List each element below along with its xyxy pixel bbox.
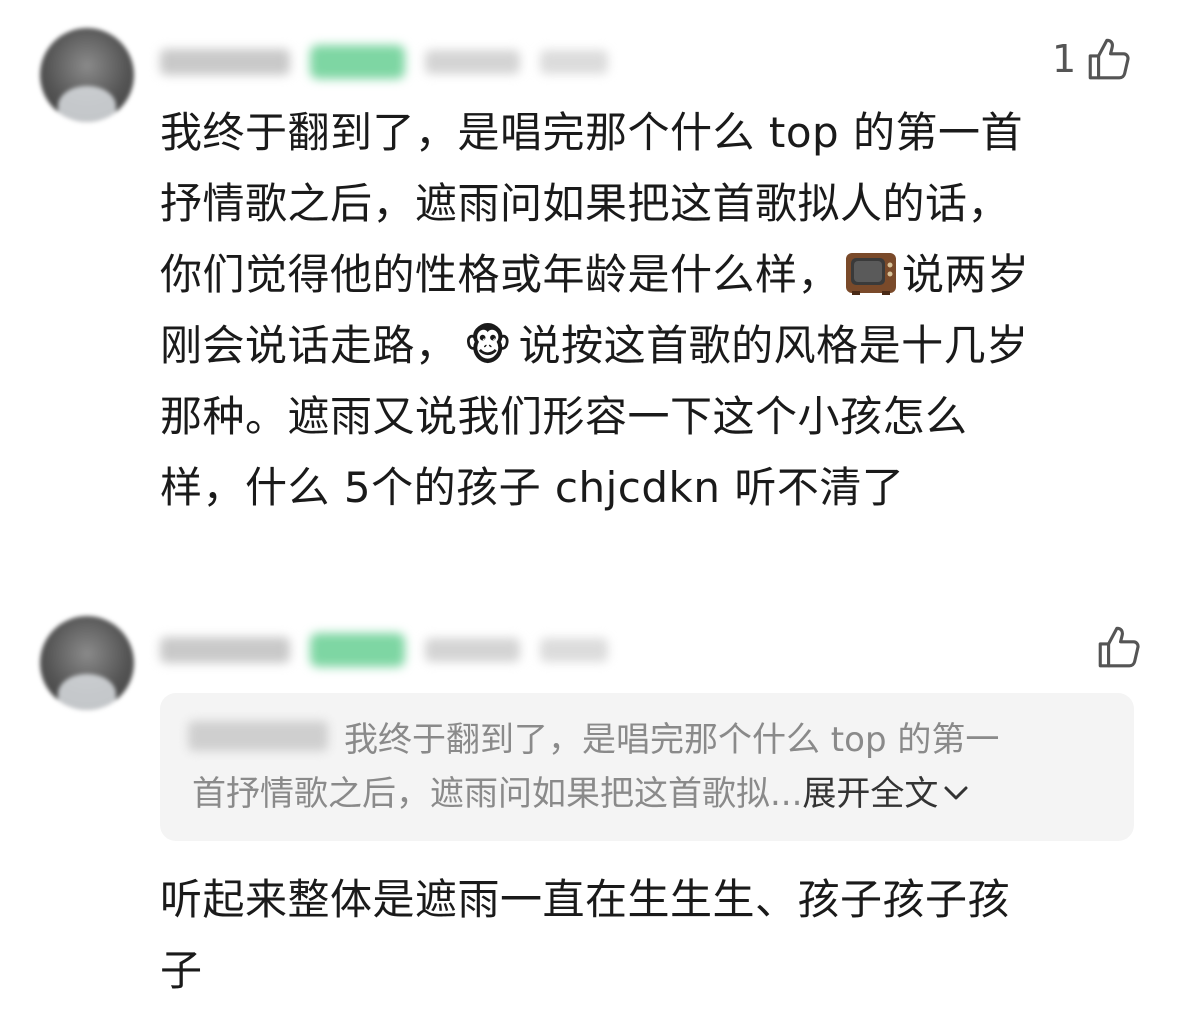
television-emoji [846,253,897,295]
comment-meta-blurred [160,42,608,82]
thumbs-up-icon [1088,38,1130,80]
timestamp-blurred [425,638,520,662]
quoted-reply-box[interactable]: 我终于翻到了，是唱完那个什么 top 的第一 首抒情歌之后，遮雨问如果把这首歌拟… [160,693,1134,841]
username-blurred[interactable] [160,637,290,663]
comment-line: 我终于翻到了，是唱完那个什么 top 的第一首 [160,108,1024,157]
comment-text: 听起来整体是遮雨一直在生生生、孩子孩子孩 子 [160,864,1160,1006]
quoted-line: 首抒情歌之后，遮雨问如果把这首歌拟... [192,774,803,814]
user-badge-blurred [310,45,405,79]
comment-text: 我终于翻到了，是唱完那个什么 top 的第一首 抒情歌之后，遮雨问如果把这首歌拟… [160,97,1160,523]
comment-1: 1 我终于翻到了，是唱完那个什么 top 的第一首 抒情歌之后，遮雨问如果把这首… [0,0,1179,560]
avatar[interactable] [40,28,134,122]
username-blurred[interactable] [160,49,290,75]
timestamp-blurred [425,50,520,74]
comment-line: 样，什么 5个的孩子 chjcdkn 听不清了 [160,463,905,512]
comment-line: 听起来整体是遮雨一直在生生生、孩子孩子孩 [160,875,1011,924]
quoted-text: 我终于翻到了，是唱完那个什么 top 的第一 首抒情歌之后，遮雨问如果把这首歌拟… [192,713,1092,821]
thumbs-up-icon [1098,626,1140,668]
comment-line: 子 [160,946,203,995]
comment-line: 你们觉得他的性格或年龄是什么样， 说两岁 [160,250,1030,299]
comment-line: 那种。遮雨又说我们形容一下这个小孩怎么 [160,392,968,441]
like-count: 1 [1052,37,1077,81]
location-blurred [540,50,608,74]
expand-full-text-link[interactable]: 展开全文 [802,774,970,814]
like-button[interactable]: 1 [1052,34,1134,84]
location-blurred [540,638,608,662]
user-badge-blurred [310,633,405,667]
comment-meta-blurred [160,630,608,670]
chevron-down-icon [944,786,968,800]
comment-line: 抒情歌之后，遮雨问如果把这首歌拟人的话， [160,179,1011,228]
monkey-emoji: 🐵 [463,321,513,370]
avatar[interactable] [40,616,134,710]
quoted-line: 我终于翻到了，是唱完那个什么 top 的第一 [344,720,1000,760]
comment-line: 刚会说话走路， 🐵 说按这首歌的风格是十几岁 [160,321,1029,370]
like-button[interactable] [1086,622,1144,672]
